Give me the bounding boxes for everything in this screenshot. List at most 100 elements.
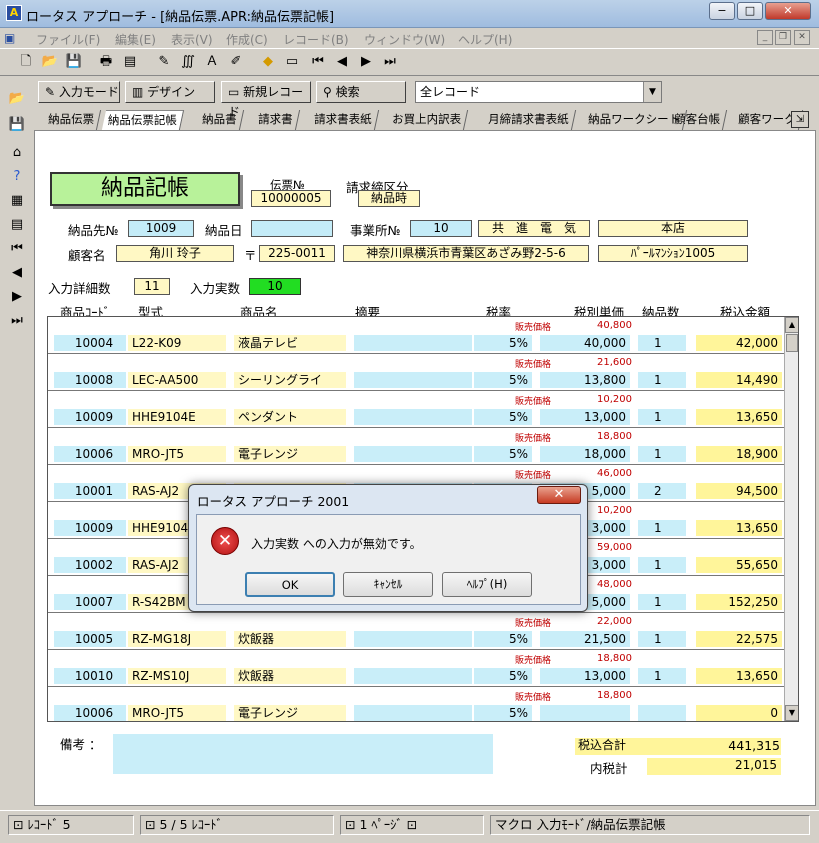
cell-unit[interactable]: 13,000 <box>540 409 630 425</box>
cell-code[interactable]: 10002 <box>54 557 126 573</box>
cell-note[interactable] <box>354 372 472 388</box>
cell-model[interactable]: MRO-JT5 <box>128 446 226 462</box>
cell-note[interactable] <box>354 631 472 647</box>
cell-code[interactable]: 10001 <box>54 483 126 499</box>
cell-model[interactable]: L22-K09 <box>128 335 226 351</box>
cell-unit[interactable] <box>540 705 630 721</box>
form-view-icon[interactable]: ▤ <box>6 214 28 236</box>
status-record[interactable]: ⊡ ﾚｺｰﾄﾞ 5 <box>8 815 134 835</box>
scroll-thumb[interactable] <box>786 334 798 352</box>
tab-okaiage[interactable]: お買上内訳表 <box>385 110 469 130</box>
cell-amount[interactable]: 0 <box>696 705 782 721</box>
tab-nouhinsho[interactable]: 納品書 <box>195 110 244 130</box>
cell-code[interactable]: 10009 <box>54 520 126 536</box>
tab-nouhin-denpyo-kichou[interactable]: 納品伝票記帳 <box>101 110 185 130</box>
cell-unit[interactable]: 13,000 <box>540 668 630 684</box>
cell-tax[interactable]: 5% <box>474 705 532 721</box>
cell-code[interactable]: 10006 <box>54 446 126 462</box>
open-folder-icon[interactable]: 📂 <box>40 52 60 72</box>
new-record-button[interactable]: ▭ 新規レコード <box>221 81 311 119</box>
cell-amount[interactable]: 55,650 <box>696 557 782 573</box>
next-icon[interactable]: ▶ <box>6 286 28 308</box>
menu-record[interactable]: レコード(B) <box>283 31 349 48</box>
slip-no-field[interactable]: 10000005 <box>251 190 331 207</box>
cell-name[interactable]: 炊飯器 <box>234 631 346 647</box>
zip-field[interactable]: 225-0011 <box>259 245 335 262</box>
scroll-up-icon[interactable]: ▲ <box>785 317 798 333</box>
cell-amount[interactable]: 94,500 <box>696 483 782 499</box>
dialog-close-button[interactable]: ✕ <box>537 486 581 504</box>
table-row[interactable]: 販売価格 40,800 10004 L22-K09 液晶テレビ 5% 40,000 1 42,0… <box>48 317 784 354</box>
address-field[interactable]: 神奈川県横浜市青葉区あざみ野2-5-6 <box>343 245 589 262</box>
cell-name[interactable]: 電子レンジ <box>234 705 346 721</box>
cell-note[interactable] <box>354 446 472 462</box>
draw-icon[interactable]: ✐ <box>226 52 246 72</box>
cell-model[interactable]: RZ-MG18J <box>128 631 226 647</box>
design-button[interactable]: ▥ デザイン <box>125 81 215 103</box>
cell-qty[interactable]: 1 <box>638 594 686 610</box>
tab-tsukijime[interactable]: 月締請求書表紙 <box>481 110 576 130</box>
last-record-icon[interactable]: ⏭ <box>380 52 400 72</box>
mdi-restore-button[interactable]: ❐ <box>775 30 791 45</box>
tab-scroll-icon[interactable]: ⇲ <box>791 111 809 128</box>
next-record-icon[interactable]: ▶ <box>356 52 376 72</box>
table-row[interactable]: 販売価格 18,800 10010 RZ-MS10J 炊飯器 5% 13,000 1 13,65… <box>48 650 784 687</box>
input-mode-button[interactable]: ✎ 入力モード <box>38 81 120 103</box>
actual-count-field[interactable]: 10 <box>249 278 301 295</box>
menu-window[interactable]: ウィンドウ(W) <box>364 31 445 48</box>
cell-amount[interactable]: 22,575 <box>696 631 782 647</box>
table-row[interactable]: 販売価格 22,000 10005 RZ-MG18J 炊飯器 5% 21,500 1 22,57… <box>48 613 784 650</box>
table-row[interactable]: 販売価格 21,600 10008 LEC-AA500 シーリングライ 5% 13,800 1… <box>48 354 784 391</box>
cell-name[interactable]: シーリングライ <box>234 372 346 388</box>
menu-file[interactable]: ファイル(F) <box>36 31 100 48</box>
menu-create[interactable]: 作成(C) <box>226 31 268 48</box>
customer-field[interactable]: 角川 玲子 <box>116 245 234 262</box>
close-button[interactable]: ✕ <box>765 2 811 20</box>
cell-name[interactable]: 液晶テレビ <box>234 335 346 351</box>
cell-model[interactable]: HHE9104E <box>128 409 226 425</box>
print-icon[interactable]: 🖶 <box>96 52 116 72</box>
page-prev-icon[interactable]: ⊡ <box>345 817 359 832</box>
first-icon[interactable]: ⏮ <box>6 238 28 260</box>
dest-no-field[interactable]: 1009 <box>128 220 194 237</box>
building-field[interactable]: ﾊﾟｰﾙﾏﾝｼｮﾝ1005 <box>598 245 748 262</box>
find-button[interactable]: ⚲ 検索 <box>316 81 406 103</box>
doc-icon[interactable]: ▣ <box>4 31 15 45</box>
cell-name[interactable]: 電子レンジ <box>234 446 346 462</box>
billing-field[interactable]: 納品時 <box>358 190 420 207</box>
cell-amount[interactable]: 13,650 <box>696 520 782 536</box>
tab-seikyusho-hyoushi[interactable]: 請求書表紙 <box>307 110 379 130</box>
mdi-close-button[interactable]: ✕ <box>794 30 810 45</box>
record-nav-icon[interactable]: ⊡ <box>13 817 27 832</box>
table-row[interactable]: 販売価格 18,800 10006 MRO-JT5 電子レンジ 5% 0 <box>48 687 784 721</box>
cell-code[interactable]: 10006 <box>54 705 126 721</box>
cell-qty[interactable]: 2 <box>638 483 686 499</box>
table-row[interactable]: 販売価格 18,800 10006 MRO-JT5 電子レンジ 5% 18,000 1 18,9… <box>48 428 784 465</box>
cell-name[interactable]: ペンダント <box>234 409 346 425</box>
company-field[interactable]: 共 進 電 気 <box>478 220 590 237</box>
record-filter-select[interactable]: 全レコード ▼ <box>415 81 662 103</box>
tab-kokyaku-daichou[interactable]: 顧客台帳 <box>667 110 728 130</box>
chart-icon[interactable]: ∭ <box>178 52 198 72</box>
save-icon[interactable]: 💾 <box>64 52 84 72</box>
cell-qty[interactable]: 1 <box>638 409 686 425</box>
form-icon[interactable]: ▭ <box>282 52 302 72</box>
mdi-minimize-button[interactable]: _ <box>757 30 773 45</box>
cancel-button[interactable]: ｷｬﾝｾﾙ <box>343 572 433 597</box>
menu-edit[interactable]: 編集(E) <box>115 31 156 48</box>
memo-field[interactable] <box>113 734 493 774</box>
prev-icon[interactable]: ◀ <box>6 262 28 284</box>
cell-amount[interactable]: 13,650 <box>696 409 782 425</box>
cell-qty[interactable]: 1 <box>638 372 686 388</box>
cell-tax[interactable]: 5% <box>474 446 532 462</box>
chevron-down-icon[interactable]: ▼ <box>643 82 661 102</box>
star-icon[interactable]: ◆ <box>258 52 278 72</box>
first-record-icon[interactable]: ⏮ <box>308 52 328 72</box>
detail-count-field[interactable]: 11 <box>134 278 170 295</box>
preview-icon[interactable]: ▤ <box>120 52 140 72</box>
table-icon[interactable]: ▦ <box>6 190 28 212</box>
help-button[interactable]: ﾍﾙﾌﾟ(H) <box>442 572 532 597</box>
cell-model[interactable]: RZ-MS10J <box>128 668 226 684</box>
menu-help[interactable]: ヘルプ(H) <box>458 31 512 48</box>
cell-note[interactable] <box>354 335 472 351</box>
